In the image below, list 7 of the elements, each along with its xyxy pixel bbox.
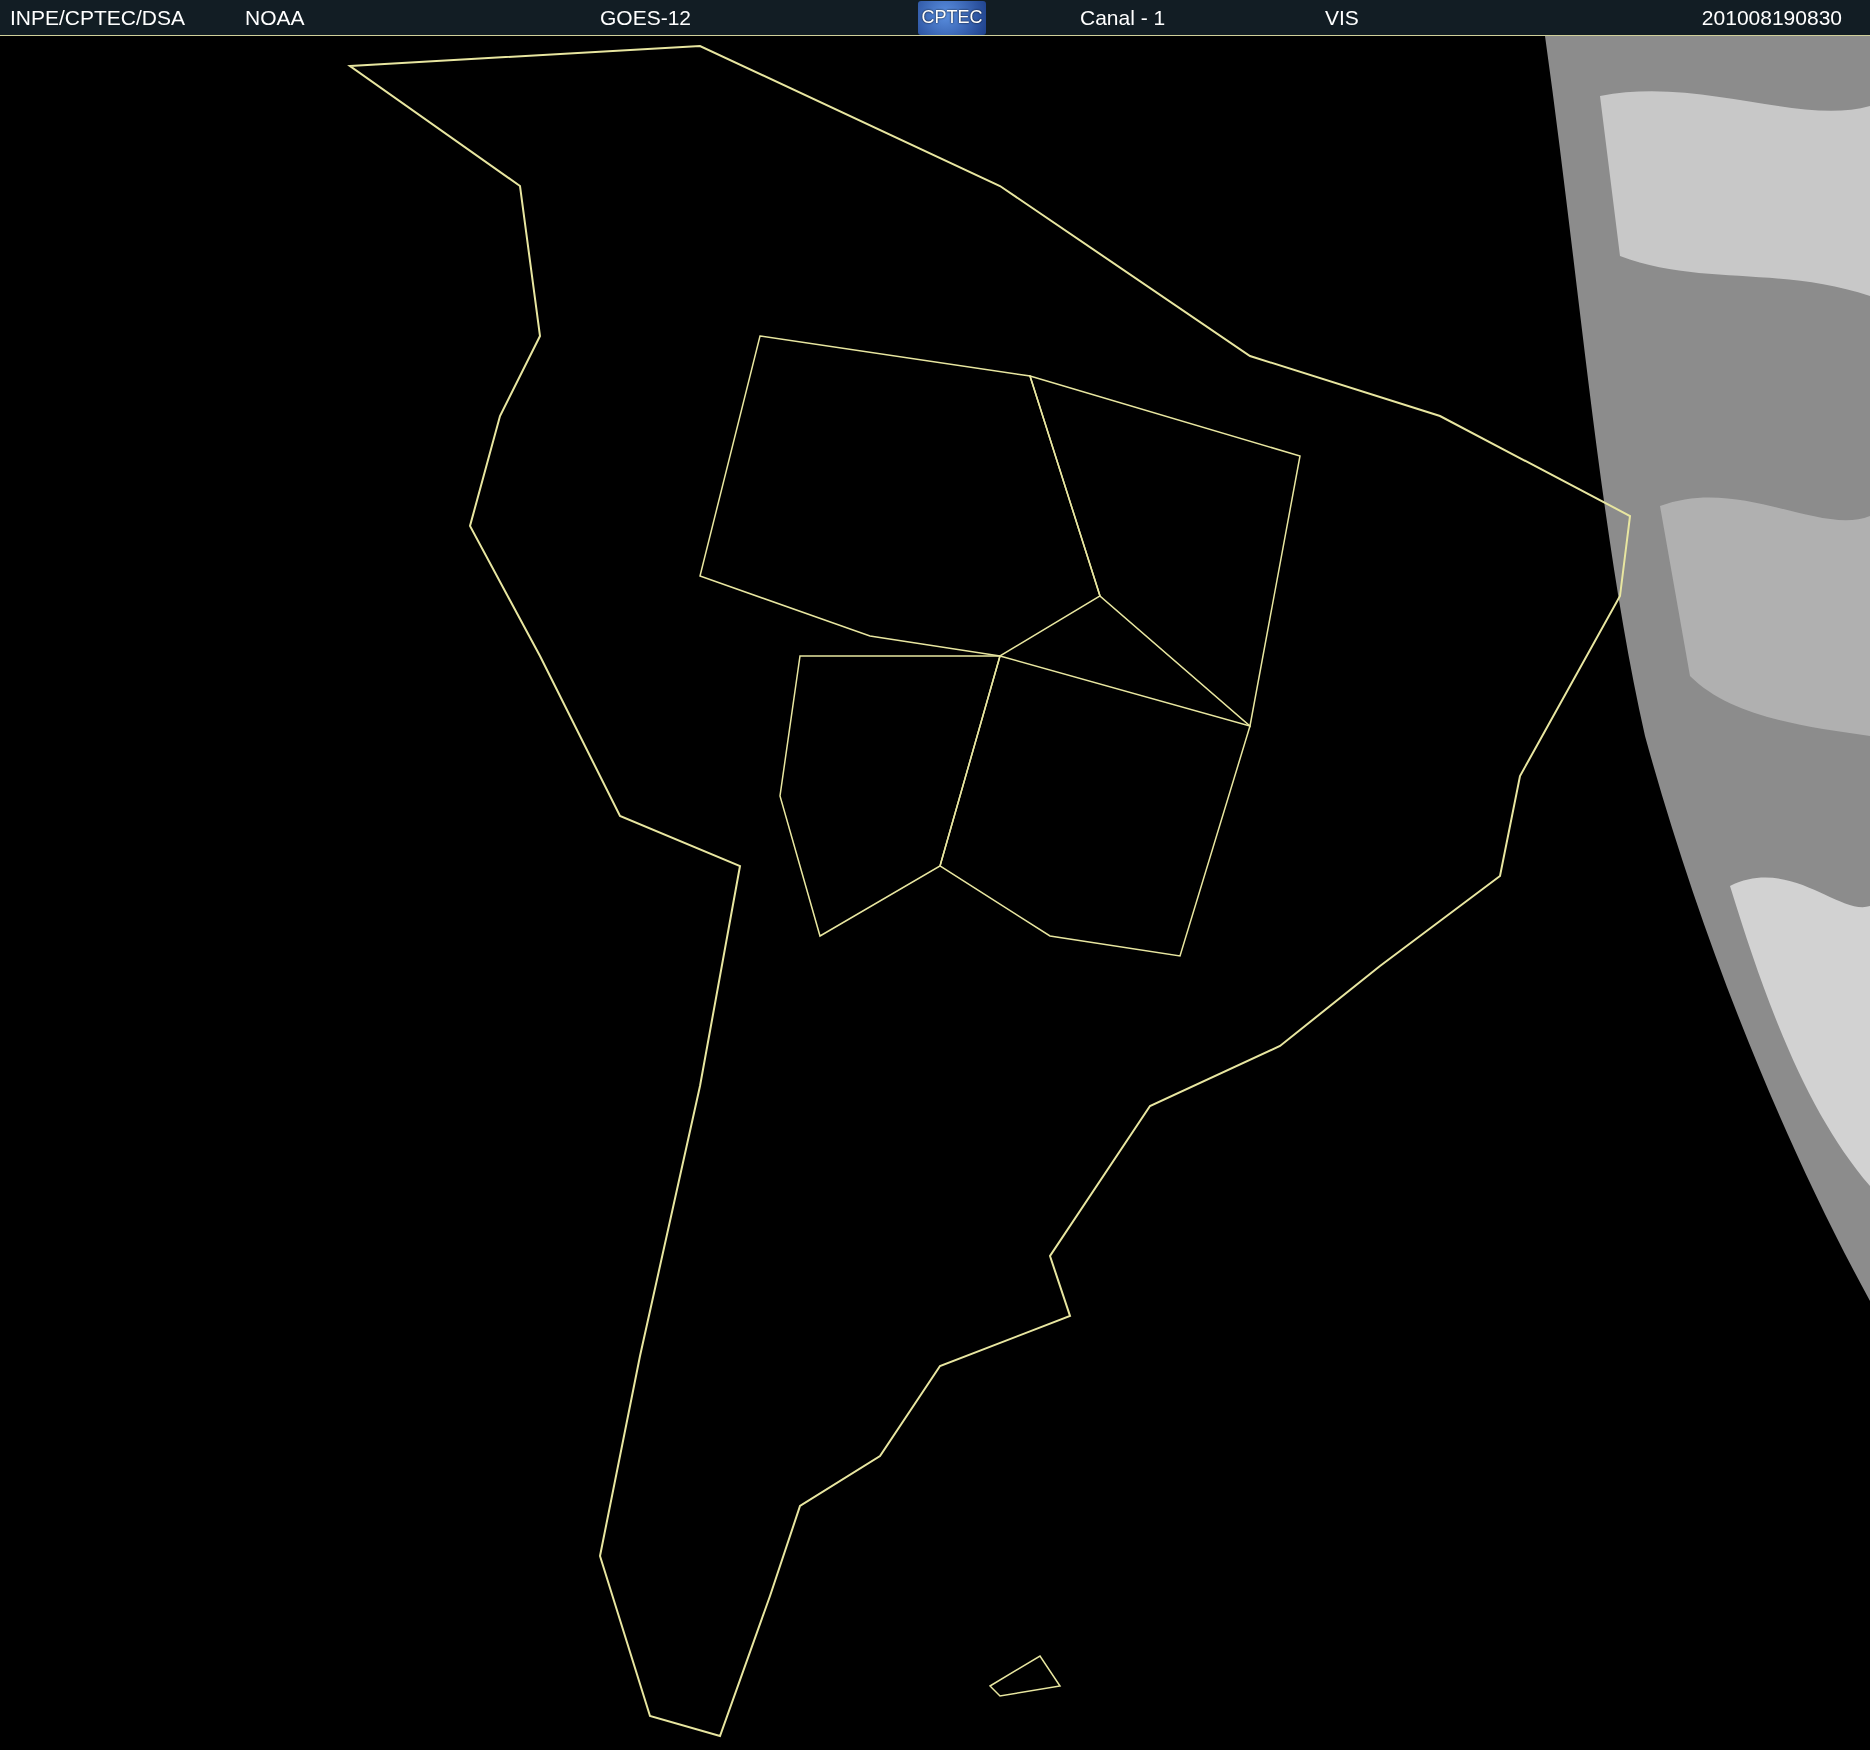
channel-label: Canal - 1 [1080,5,1166,30]
source-label: INPE/CPTEC/DSA [10,5,186,30]
logo: CPTEC [918,0,986,35]
agency-label: NOAA [245,5,305,30]
band-label: VIS [1325,5,1359,30]
satellite-label: GOES-12 [600,5,692,30]
timestamp-label: 201008190830 [1701,5,1842,30]
